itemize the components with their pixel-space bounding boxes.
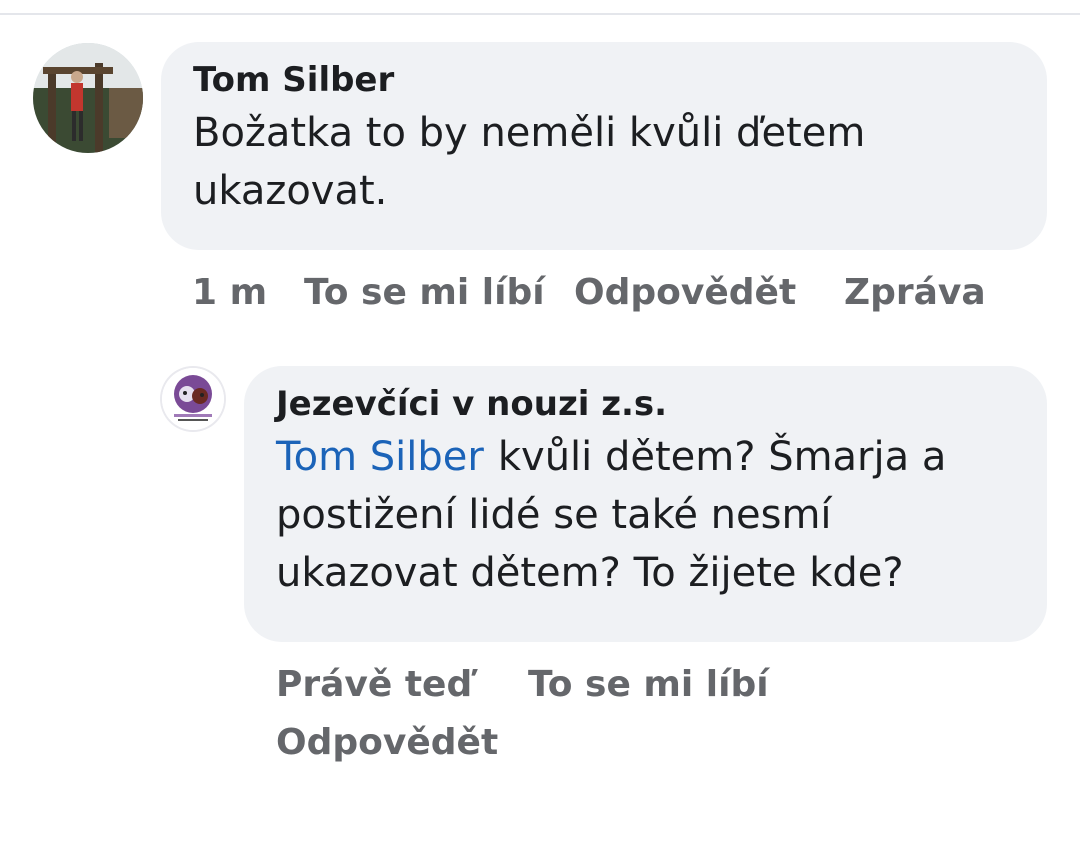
avatar-jezevcici[interactable] [160,366,226,432]
top-divider [0,0,1080,15]
mention-link[interactable]: Tom Silber [276,434,484,480]
reply-like-button[interactable]: To se mi líbí [528,664,769,705]
comment-bubble: Tom Silber Božatka to by neměli kvůli ďe… [161,42,1047,250]
avatar-tom-silber[interactable] [33,43,143,153]
comment-like-button[interactable]: To se mi líbí [304,272,545,313]
comment-text: Božatka to by neměli kvůli ďetem ukazova… [193,110,866,214]
reply-bubble: Jezevčíci v nouzi z.s. Tom Silber kvůli d… [244,366,1047,642]
avatar-photo-icon [33,43,143,153]
reply-author[interactable]: Jezevčíci v nouzi z.s. [276,384,1015,424]
comment-reply-button[interactable]: Odpovědět [574,272,796,313]
reply-text: Tom Silber kvůli dětem? Šmarja a postižen… [276,428,1015,602]
comment-message-button[interactable]: Zpráva [844,272,986,313]
comment-author[interactable]: Tom Silber [193,60,1015,100]
comment-time[interactable]: 1 m [192,272,267,313]
reply-time[interactable]: Právě teď [276,664,472,705]
organization-logo-icon [162,368,224,430]
reply-reply-button[interactable]: Odpovědět [276,722,498,763]
